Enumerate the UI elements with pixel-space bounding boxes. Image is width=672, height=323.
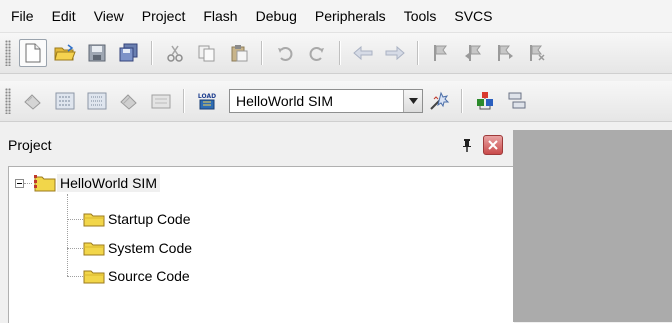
translate-icon[interactable]: [19, 87, 47, 115]
target-select[interactable]: HelloWorld SIM: [229, 89, 423, 113]
file-toolbar: [0, 33, 672, 74]
project-root-icon: [33, 174, 57, 192]
folder-icon: [83, 240, 105, 256]
collapse-toggle-icon[interactable]: [15, 179, 24, 188]
menu-flash[interactable]: Flash: [194, 0, 246, 32]
menu-peripherals[interactable]: Peripherals: [306, 0, 395, 32]
toolbar-separator: [261, 41, 263, 65]
rebuild-icon[interactable]: [83, 87, 111, 115]
tree-group-label: Startup Code: [108, 211, 191, 227]
project-panel-title: Project: [8, 137, 52, 153]
save-icon[interactable]: [83, 39, 111, 67]
chevron-down-icon[interactable]: [403, 90, 422, 112]
bookmark-clear-icon[interactable]: [523, 39, 551, 67]
bookmark-previous-icon[interactable]: [459, 39, 487, 67]
folder-icon: [83, 268, 105, 284]
tree-group-node[interactable]: System Code: [83, 237, 195, 259]
stop-build-icon[interactable]: [147, 87, 175, 115]
manage-books-icon[interactable]: [503, 87, 531, 115]
project-tree: HelloWorld SIM Startup Code System Code …: [8, 166, 514, 323]
menu-tools[interactable]: Tools: [395, 0, 446, 32]
toolbar-separator: [151, 41, 153, 65]
menu-file[interactable]: File: [0, 0, 43, 32]
close-icon[interactable]: [483, 135, 503, 155]
toolbar-grip[interactable]: [5, 40, 11, 66]
toolbar-separator: [417, 41, 419, 65]
download-icon[interactable]: LOAD: [193, 87, 221, 115]
menu-project[interactable]: Project: [133, 0, 195, 32]
save-all-icon[interactable]: [115, 39, 143, 67]
batch-build-icon[interactable]: [115, 87, 143, 115]
tree-group-node[interactable]: Source Code: [83, 265, 193, 287]
tree-root-node[interactable]: HelloWorld SIM: [33, 172, 160, 194]
navigate-forward-icon[interactable]: [381, 39, 409, 67]
folder-icon: [83, 211, 105, 227]
tree-group-label: System Code: [108, 240, 193, 256]
toolbar-separator: [339, 41, 341, 65]
editor-area[interactable]: [513, 130, 672, 322]
cut-icon[interactable]: [161, 39, 189, 67]
menu-svcs[interactable]: SVCS: [445, 0, 501, 32]
menu-edit[interactable]: Edit: [43, 0, 85, 32]
navigate-back-icon[interactable]: [349, 39, 377, 67]
menu-view[interactable]: View: [85, 0, 133, 32]
paste-icon[interactable]: [225, 39, 253, 67]
build-icon[interactable]: [51, 87, 79, 115]
redo-icon[interactable]: [303, 39, 331, 67]
undo-icon[interactable]: [271, 39, 299, 67]
download-icon-text: LOAD: [198, 93, 216, 100]
project-panel: Project HelloWorld SIM Startup Code Syst…: [0, 130, 514, 323]
menu-debug[interactable]: Debug: [247, 0, 306, 32]
manage-components-icon[interactable]: [471, 87, 499, 115]
target-select-value: HelloWorld SIM: [236, 93, 333, 109]
pin-icon[interactable]: [459, 137, 475, 153]
tree-group-label: Source Code: [108, 268, 190, 284]
menu-bar: File Edit View Project Flash Debug Perip…: [0, 0, 672, 33]
bookmark-next-icon[interactable]: [491, 39, 519, 67]
copy-icon[interactable]: [193, 39, 221, 67]
build-toolbar: LOAD HelloWorld SIM: [0, 81, 672, 122]
target-options-icon[interactable]: [425, 87, 453, 115]
toolbar-separator: [183, 89, 185, 113]
toolbar-grip[interactable]: [5, 88, 11, 114]
open-folder-icon[interactable]: [51, 39, 79, 67]
tree-root-label: HelloWorld SIM: [57, 174, 160, 192]
toolbar-separator: [461, 89, 463, 113]
bookmark-icon[interactable]: [427, 39, 455, 67]
project-panel-header: Project: [0, 130, 513, 160]
tree-group-node[interactable]: Startup Code: [83, 208, 194, 230]
new-file-icon[interactable]: [19, 39, 47, 67]
